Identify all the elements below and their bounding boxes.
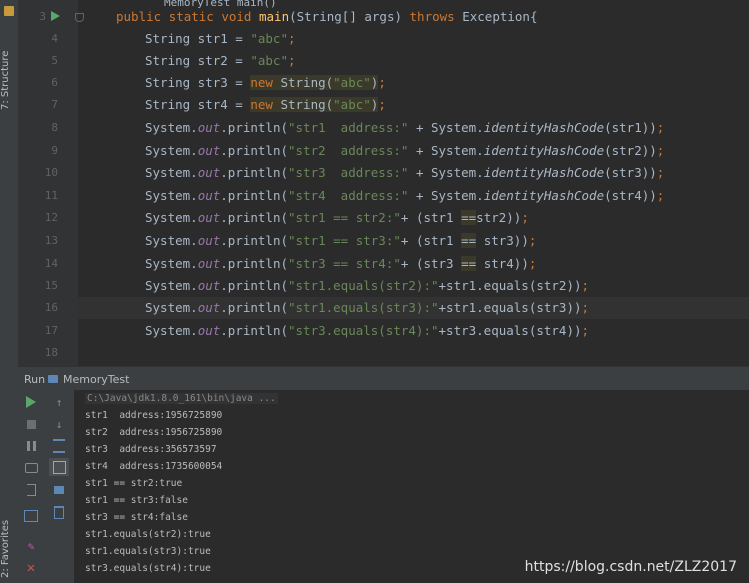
code-text: String str3 = new String("abc"); [145,75,386,90]
line-number: 9 [51,144,58,157]
layout-icon[interactable] [22,508,40,524]
run-panel-header: Run MemoryTest [18,366,749,391]
code-line-7: 7 String str4 = new String("abc"); [18,94,749,116]
console-line: str3.equals(str4):true [85,563,211,574]
code-line-8: 8 System.out.println("str1 address:" + S… [18,117,749,139]
code-text: System.out.println("str4 address:" + Sys… [145,188,665,203]
code-text: public static void main(String[] args) t… [116,9,538,24]
code-text: String str2 = "abc"; [145,53,296,68]
code-text: String str1 = "abc"; [145,31,296,46]
code-line-18: 18 [18,342,749,364]
line-number: 5 [51,54,58,67]
code-text: String str4 = new String("abc"); [145,97,386,112]
line-number: 4 [51,32,58,45]
code-line-6: 6 String str3 = new String("abc"); [18,72,749,94]
line-number: 8 [51,121,58,134]
close-icon[interactable]: ✕ [22,560,40,576]
code-line-11: 11 System.out.println("str4 address:" + … [18,185,749,207]
console-line: str1 == str2:true [85,478,183,489]
print-icon[interactable] [50,482,68,498]
code-line-14: 14 System.out.println("str3 == str4:"+ (… [18,253,749,275]
line-number: 6 [51,76,58,89]
console-command-line: C:\Java\jdk1.8.0_161\bin\java ... [85,393,278,404]
line-number: 17 [44,324,58,337]
code-line-12: 12 System.out.println("str1 == str2:"+ (… [18,207,749,229]
console-output[interactable]: C:\Java\jdk1.8.0_161\bin\java ... str1 a… [74,390,749,583]
stop-icon[interactable] [22,416,40,432]
line-number: 13 [44,234,58,247]
line-number: 11 [44,189,58,202]
console-line: str2 address:1956725890 [85,427,223,438]
console-line: str1.equals(str2):true [85,529,211,540]
watermark: https://blog.csdn.net/ZLZ2017 [524,559,737,575]
fold-icon[interactable] [75,13,84,22]
code-text: System.out.println("str3.equals(str4):"+… [145,323,590,338]
code-line-16: 16 System.out.println("str1.equals(str3)… [18,297,749,319]
trash-icon[interactable] [50,504,68,520]
run-panel-title[interactable]: Run [24,373,45,386]
code-line-13: 13 System.out.println("str1 == str3:"+ (… [18,230,749,252]
line-number: 15 [44,279,58,292]
run-config-name[interactable]: MemoryTest [63,373,129,386]
run-toolbar-secondary: ↑ ↓ [44,390,75,583]
code-text: System.out.println("str1 == str3:"+ (str… [145,233,537,248]
console-line: str3 == str4:false [85,512,188,523]
code-line-5: 5 String str2 = "abc"; [18,50,749,72]
code-lines: 3 public static void main(String[] args)… [0,0,749,366]
favorites-tab[interactable]: 2: Favorites [0,500,18,578]
camera-icon[interactable] [22,460,40,476]
code-text: System.out.println("str1 == str2:"+ (str… [145,210,529,225]
code-text: System.out.println("str3 == str4:"+ (str… [145,256,537,271]
console-line: str3 address:356573597 [85,444,217,455]
code-text: System.out.println("str3 address:" + Sys… [145,165,665,180]
pin-icon[interactable]: ✎ [22,538,40,554]
line-number: 16 [44,301,58,314]
code-line-17: 17 System.out.println("str3.equals(str4)… [18,320,749,342]
code-text: System.out.println("str1 address:" + Sys… [145,120,665,135]
exit-icon[interactable] [22,482,40,498]
code-line-10: 10 System.out.println("str3 address:" + … [18,162,749,184]
code-line-4: 4 String str1 = "abc"; [18,28,749,50]
line-number: 12 [44,211,58,224]
console-line: str1 address:1956725890 [85,410,223,421]
line-number: 10 [44,166,58,179]
code-line-3: 3 public static void main(String[] args)… [18,6,749,28]
scroll-to-end-icon[interactable] [49,458,69,476]
down-arrow-icon[interactable]: ↓ [50,416,68,432]
pause-icon[interactable] [22,438,40,454]
code-line-9: 9 System.out.println("str2 address:" + S… [18,140,749,162]
code-line-15: 15 System.out.println("str1.equals(str2)… [18,275,749,297]
run-toolbar-primary: ✎ ✕ [18,390,45,583]
line-number: 7 [51,98,58,111]
run-config-icon [48,375,58,383]
code-text: System.out.println("str2 address:" + Sys… [145,143,665,158]
line-number: 3 [39,10,46,23]
rerun-icon[interactable] [22,394,40,410]
console-line: str4 address:1735600054 [85,461,223,472]
line-number: 14 [44,257,58,270]
line-number: 18 [44,346,58,359]
soft-wrap-icon[interactable] [50,438,68,454]
code-text: System.out.println("str1.equals(str2):"+… [145,278,590,293]
run-gutter-icon[interactable] [51,11,60,21]
console-line: str1 == str3:false [85,495,188,506]
code-text: System.out.println("str1.equals(str3):"+… [145,300,590,315]
up-arrow-icon[interactable]: ↑ [50,394,68,410]
console-line: str1.equals(str3):true [85,546,211,557]
